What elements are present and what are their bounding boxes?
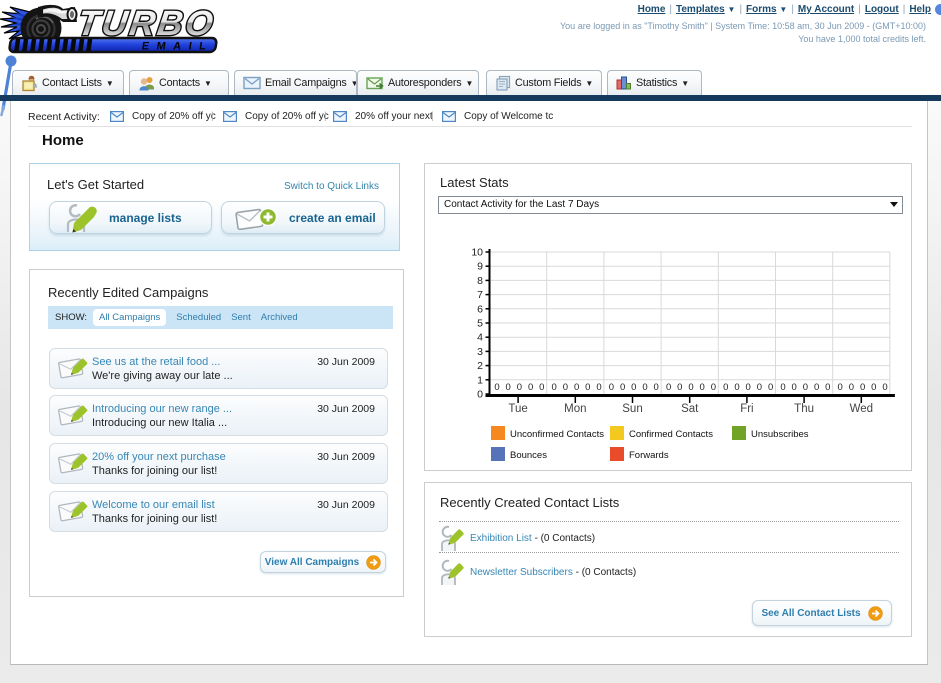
svg-text:Unconfirmed Contacts: Unconfirmed Contacts <box>510 429 604 440</box>
svg-text:0: 0 <box>585 382 590 393</box>
svg-text:6: 6 <box>477 303 483 315</box>
svg-text:Wed: Wed <box>850 403 873 415</box>
svg-text:0: 0 <box>838 382 843 393</box>
svg-text:0: 0 <box>849 382 854 393</box>
svg-text:0: 0 <box>642 382 647 393</box>
svg-text:0: 0 <box>666 382 671 393</box>
svg-text:0: 0 <box>677 382 682 393</box>
svg-text:Mon: Mon <box>564 403 586 415</box>
svg-text:Sat: Sat <box>681 403 699 415</box>
svg-text:0: 0 <box>723 382 728 393</box>
svg-text:EMAIL: EMAIL <box>141 41 214 53</box>
svg-text:0: 0 <box>814 382 819 393</box>
svg-text:0: 0 <box>574 382 579 393</box>
svg-text:Thu: Thu <box>794 403 814 415</box>
svg-text:5: 5 <box>477 318 483 330</box>
svg-text:1: 1 <box>477 374 483 386</box>
svg-text:0: 0 <box>860 382 865 393</box>
svg-text:0: 0 <box>552 382 557 393</box>
svg-text:Bounces: Bounces <box>510 450 547 461</box>
svg-text:0: 0 <box>757 382 762 393</box>
svg-text:Forwards: Forwards <box>629 450 669 461</box>
svg-text:0: 0 <box>871 382 876 393</box>
svg-text:Tue: Tue <box>508 403 527 415</box>
svg-text:0: 0 <box>882 382 887 393</box>
svg-text:0: 0 <box>517 382 522 393</box>
svg-text:0: 0 <box>825 382 830 393</box>
svg-text:10: 10 <box>471 247 483 259</box>
svg-text:7: 7 <box>477 289 483 301</box>
svg-text:8: 8 <box>477 275 483 287</box>
svg-text:0: 0 <box>780 382 785 393</box>
svg-text:0: 0 <box>494 382 499 393</box>
svg-text:0: 0 <box>631 382 636 393</box>
svg-text:0: 0 <box>620 382 625 393</box>
svg-text:0: 0 <box>528 382 533 393</box>
svg-text:0: 0 <box>734 382 739 393</box>
svg-text:0: 0 <box>539 382 544 393</box>
svg-text:0: 0 <box>803 382 808 393</box>
svg-text:0: 0 <box>596 382 601 393</box>
svg-text:0: 0 <box>792 382 797 393</box>
svg-text:0: 0 <box>563 382 568 393</box>
svg-text:Confirmed Contacts: Confirmed Contacts <box>629 429 713 440</box>
svg-text:Unsubscribes: Unsubscribes <box>751 429 809 440</box>
svg-text:Fri: Fri <box>740 403 753 415</box>
svg-text:0: 0 <box>768 382 773 393</box>
svg-text:0: 0 <box>688 382 693 393</box>
svg-text:4: 4 <box>477 332 483 344</box>
svg-text:9: 9 <box>477 261 483 273</box>
svg-text:0: 0 <box>477 389 483 401</box>
svg-text:0: 0 <box>700 382 705 393</box>
svg-text:0: 0 <box>711 382 716 393</box>
svg-text:0: 0 <box>746 382 751 393</box>
svg-text:0: 0 <box>506 382 511 393</box>
svg-text:2: 2 <box>477 360 483 372</box>
svg-text:3: 3 <box>477 346 483 358</box>
svg-text:0: 0 <box>654 382 659 393</box>
svg-text:0: 0 <box>609 382 614 393</box>
svg-text:Sun: Sun <box>622 403 642 415</box>
